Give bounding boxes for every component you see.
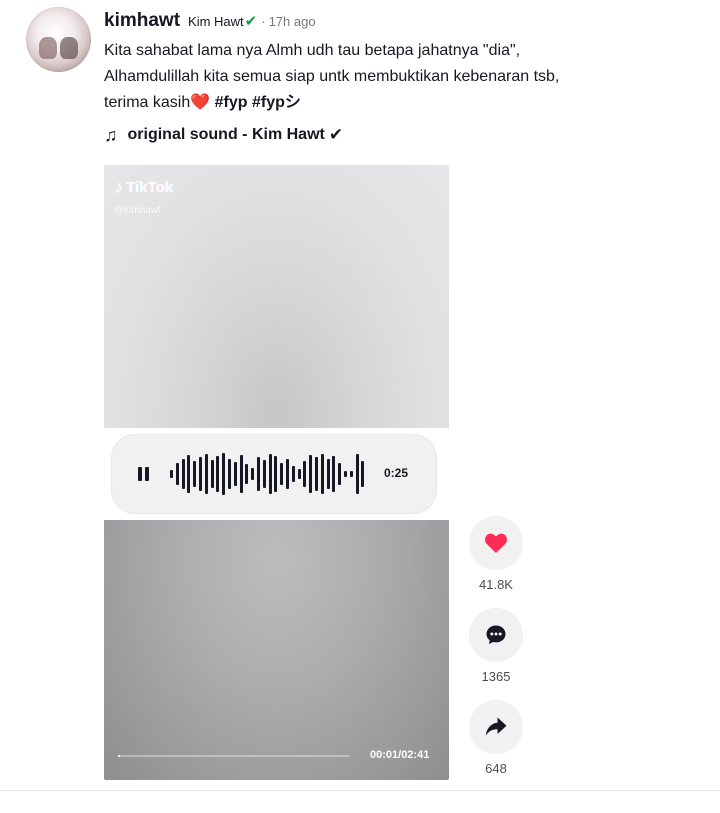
sound-title: original sound - Kim Hawt	[127, 126, 325, 143]
username-link[interactable]: kimhawt	[104, 10, 180, 32]
share-button[interactable]	[469, 700, 523, 754]
tiktok-logo-icon: ♪	[114, 177, 123, 197]
red-heart-emoji-icon: ❤️	[190, 94, 211, 111]
caption-text: terima kasih	[104, 94, 191, 111]
audio-duration: 0:25	[384, 466, 409, 480]
waveform-bar	[274, 456, 278, 492]
waveform-bar	[349, 471, 353, 477]
video-time-display: 00:01/02:41	[370, 749, 430, 761]
waveform-bar	[170, 470, 173, 478]
share-count: 648	[485, 761, 507, 776]
hashtag-link[interactable]: #fypシ	[252, 94, 301, 111]
waveform-bar	[181, 459, 185, 489]
post-caption: Kita sahabat lama nya Almh udh tau betap…	[104, 38, 704, 116]
bottom-divider	[0, 790, 720, 791]
waveform-bar	[309, 455, 313, 493]
hashtag-link[interactable]: #fyp	[215, 94, 248, 111]
waveform-bar	[222, 453, 226, 495]
tiktok-watermark: ♪ TikTok	[114, 177, 173, 198]
waveform-bar	[210, 460, 214, 488]
separator-dot: ·	[261, 14, 266, 29]
post-header: kimhawt Kim Hawt ✔ · 17h ago	[104, 10, 316, 34]
video-progress-fill	[118, 755, 120, 757]
waveform-bar	[251, 468, 255, 480]
waveform-bar	[338, 463, 342, 485]
waveform-bar	[193, 461, 197, 487]
audio-waveform	[170, 451, 370, 497]
video-progress-bar[interactable]	[118, 755, 350, 757]
waveform-bar	[175, 463, 179, 485]
nickname: Kim Hawt	[188, 14, 244, 29]
waveform-bar	[216, 456, 220, 492]
video-frame-bottom	[104, 520, 449, 780]
waveform-bar	[268, 454, 272, 494]
heart-icon	[485, 533, 507, 553]
sound-verified-check-icon: ✔	[328, 125, 344, 144]
audio-message-player: 0:25	[111, 434, 437, 514]
waveform-bar	[239, 455, 243, 493]
avatar-figure	[39, 37, 57, 59]
like-count: 41.8K	[479, 577, 513, 592]
pause-icon[interactable]	[138, 467, 149, 481]
waveform-bar	[280, 463, 284, 485]
avatar[interactable]	[26, 7, 91, 72]
watermark-handle: @kimhawt	[114, 205, 161, 216]
waveform-bar	[297, 469, 301, 479]
caption-line: Alhamdulillah kita semua siap untk membu…	[104, 68, 560, 85]
waveform-bar	[199, 457, 202, 491]
waveform-bar	[187, 455, 191, 493]
sound-link[interactable]: ♫ original sound - Kim Hawt ✔	[104, 124, 343, 146]
share-icon	[485, 717, 507, 736]
music-note-icon: ♫	[104, 124, 118, 145]
tiktok-post: kimhawt Kim Hawt ✔ · 17h ago Kita sahaba…	[0, 0, 720, 813]
waveform-bar	[332, 456, 336, 492]
waveform-bar	[291, 466, 295, 482]
waveform-bar	[344, 471, 347, 477]
waveform-bar	[245, 464, 249, 484]
waveform-bar	[257, 457, 260, 491]
caption-line: Kita sahabat lama nya Almh udh tau betap…	[104, 42, 521, 59]
waveform-bar	[303, 461, 307, 487]
waveform-bar	[286, 459, 289, 489]
waveform-bar	[355, 454, 359, 494]
post-time: 17h ago	[268, 14, 316, 29]
comment-icon	[486, 625, 506, 644]
like-button[interactable]	[469, 516, 523, 570]
caption-line-last: terima kasih❤️ #fyp #fypシ	[104, 90, 704, 116]
waveform-bar	[204, 454, 208, 494]
waveform-bar	[361, 461, 365, 487]
avatar-figure	[60, 37, 78, 59]
waveform-bar	[326, 459, 330, 489]
waveform-bar	[228, 459, 231, 489]
waveform-bar	[262, 460, 266, 488]
watermark-text: TikTok	[126, 179, 173, 196]
comment-button[interactable]	[469, 608, 523, 662]
comment-count: 1365	[481, 669, 511, 684]
waveform-bar	[315, 457, 318, 491]
waveform-bar	[320, 454, 324, 494]
verified-check-icon: ✔	[244, 13, 258, 30]
waveform-bar	[233, 462, 237, 486]
